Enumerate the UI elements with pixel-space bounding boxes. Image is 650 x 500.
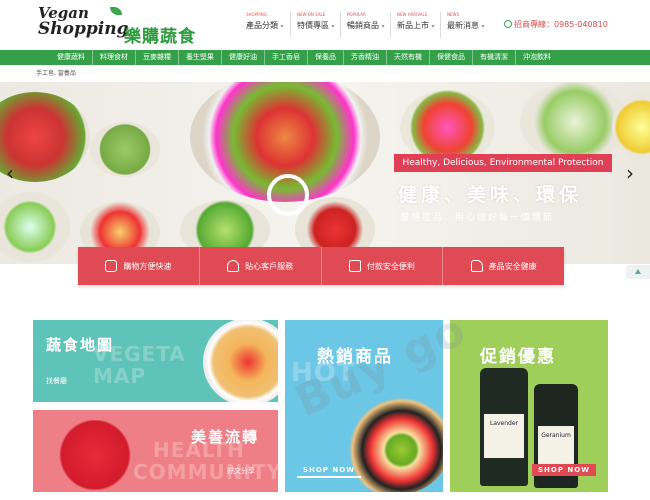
category-item[interactable]: 保健食品 — [430, 50, 473, 65]
tile-ghost-text: COMMUNITY — [133, 460, 278, 484]
topnav-en-label: Popular — [347, 12, 366, 17]
tile-title: 蔬食地圖 — [46, 336, 115, 354]
tile-title: 美善流轉 — [191, 428, 260, 446]
tile-subtitle: 找餐廳 — [46, 377, 67, 385]
contact-phone[interactable]: 招商專線：0985-040810 — [504, 19, 608, 30]
topnav-products[interactable]: Shopping 產品分類 ▾ — [240, 12, 290, 38]
service-label: 購物方便快速 — [123, 261, 172, 271]
tile-subtitle: 好文分享 — [227, 467, 255, 475]
category-bar: 健康蔬料 料理食材 豆麥雜糧 養生堅果 健康好油 手工香皂 保養品 芳香精油 天… — [0, 50, 650, 65]
essential-oil-bottle-image: Lavender — [480, 368, 528, 486]
hero-subtitle: 嚴格控品．用心做好每一個環節 — [400, 213, 555, 223]
shop-now-button[interactable]: SHOP NOW — [532, 464, 596, 476]
chevron-down-icon: ▾ — [481, 23, 485, 30]
tile-ghost-text: MAP — [93, 364, 147, 388]
topnav-specials[interactable]: New on sale 特價專區 ▾ — [290, 12, 340, 38]
category-item[interactable]: 保養品 — [308, 50, 344, 65]
chevron-down-icon: ▾ — [381, 23, 385, 30]
service-label: 產品安全健康 — [488, 261, 537, 271]
service-label: 貼心客戶服務 — [245, 261, 294, 271]
category-item[interactable]: 健康好油 — [222, 50, 265, 65]
service-label: 付款安全便利 — [366, 261, 415, 271]
topnav-label: 最新消息 — [447, 21, 479, 30]
service-item[interactable]: 付款安全便利 — [322, 247, 444, 285]
category-item[interactable]: 健康蔬料 — [50, 50, 93, 65]
food-bowl-image — [90, 122, 160, 177]
topnav-en-label: Shopping — [246, 12, 267, 17]
service-item[interactable]: 購物方便快速 — [78, 247, 200, 285]
hero-banner: Healthy, Delicious, Environmental Protec… — [394, 154, 612, 172]
chevron-right-icon[interactable]: › — [626, 163, 638, 183]
breadcrumb[interactable]: 手工皂, 當養品 — [36, 68, 76, 77]
chevron-left-icon[interactable]: ‹ — [6, 163, 18, 183]
category-item[interactable]: 沖泡飲料 — [516, 50, 558, 65]
topnav-news[interactable]: News 最新消息 ▾ — [440, 12, 490, 38]
topnav-bestsellers[interactable]: Popular 暢銷商品 ▾ — [340, 12, 390, 38]
category-item[interactable]: 手工香皂 — [265, 50, 308, 65]
topnav-en-label: New on sale — [297, 12, 326, 17]
tile-title: 促銷優惠 — [480, 347, 556, 367]
page: Vegan Shopping 樂購蔬食 Shopping 產品分類 ▾ New … — [0, 0, 650, 500]
food-bowl-image — [0, 192, 70, 262]
pasta-image — [203, 320, 278, 402]
vegan-map-tile[interactable]: VEGETA MAP 蔬食地圖 找餐廳 — [33, 320, 278, 402]
play-icon — [267, 174, 309, 216]
category-item[interactable]: 料理食材 — [93, 50, 136, 65]
chevron-down-icon: ▾ — [431, 23, 435, 30]
hero-title: 健康、美味、環保 — [398, 184, 583, 206]
phone-icon — [504, 20, 512, 28]
category-item[interactable]: 芳香精油 — [344, 50, 387, 65]
thumbs-up-icon — [470, 260, 483, 272]
topnav-en-label: News — [447, 12, 460, 17]
bottle-label: Lavender — [489, 420, 519, 427]
service-item[interactable]: 產品安全健康 — [443, 247, 564, 285]
headset-icon — [227, 260, 240, 272]
service-bar: 購物方便快速 貼心客戶服務 付款安全便利 產品安全健康 — [78, 247, 564, 285]
phone-label: 招商專線：0985-040810 — [514, 20, 608, 29]
service-item[interactable]: 貼心客戶服務 — [200, 247, 322, 285]
promotions-tile[interactable]: 促銷優惠 Lavender Geranium SHOP NOW — [450, 320, 608, 492]
chevron-down-icon: ▾ — [280, 23, 284, 30]
logo-chinese-name: 樂購蔬食 — [124, 27, 196, 47]
shop-now-button[interactable]: SHOP NOW — [297, 464, 361, 478]
category-item[interactable]: 豆麥雜糧 — [136, 50, 179, 65]
community-tile[interactable]: HEALTH COMMUNITY 美善流轉 好文分享 — [33, 410, 278, 492]
hero-carousel[interactable]: ‹ › — [0, 82, 650, 264]
chevron-down-icon: ▾ — [331, 23, 335, 30]
logo-script-bottom: Shopping — [38, 19, 129, 39]
topnav-en-label: New arrivals — [397, 12, 428, 17]
category-item[interactable]: 天然有機 — [387, 50, 430, 65]
category-item[interactable]: 養生堅果 — [179, 50, 222, 65]
top-nav: Shopping 產品分類 ▾ New on sale 特價專區 ▾ Popul… — [240, 12, 490, 38]
topnav-label: 特價專區 — [297, 21, 329, 30]
site-header: Vegan Shopping 樂購蔬食 Shopping 產品分類 ▾ New … — [0, 0, 650, 50]
category-item[interactable]: 有機清潔 — [473, 50, 516, 65]
topnav-label: 暢銷商品 — [347, 21, 379, 30]
truck-icon — [105, 260, 118, 272]
topnav-new-arrivals[interactable]: New arrivals 新品上市 ▾ — [390, 12, 440, 38]
topnav-label: 新品上市 — [397, 21, 429, 30]
leaf-icon — [110, 7, 122, 15]
bottle-label: Geranium — [541, 432, 571, 439]
lock-icon — [348, 260, 361, 272]
logo[interactable]: Vegan Shopping 樂購蔬食 — [38, 6, 198, 48]
scroll-to-top-button[interactable] — [626, 265, 650, 279]
topnav-label: 產品分類 — [246, 21, 278, 30]
